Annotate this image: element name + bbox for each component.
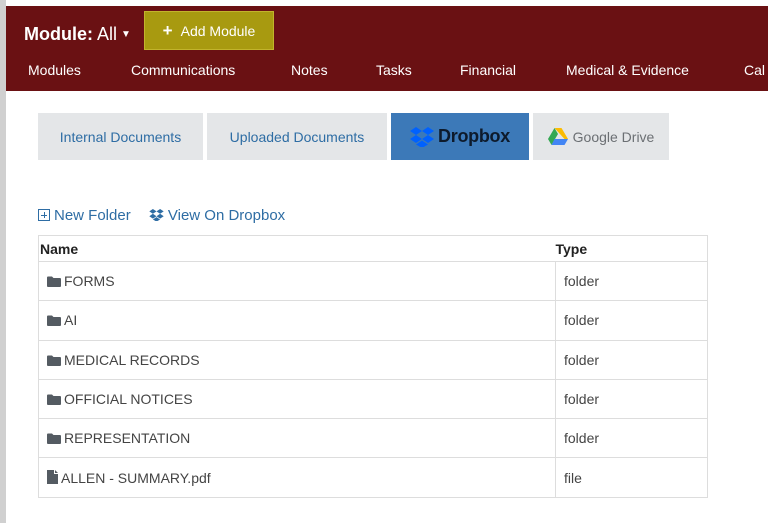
folder-icon bbox=[47, 355, 61, 366]
module-value: All bbox=[97, 24, 118, 44]
view-on-dropbox-link[interactable]: View On Dropbox bbox=[149, 207, 285, 224]
item-name: FORMS bbox=[64, 273, 115, 290]
name-cell[interactable]: REPRESENTATION bbox=[38, 418, 556, 458]
item-name: AI bbox=[64, 312, 78, 329]
module-selector[interactable]: Module: All ▼ bbox=[24, 24, 131, 45]
tab-label: Dropbox bbox=[438, 126, 510, 146]
type-cell: folder bbox=[555, 300, 708, 341]
table-row[interactable]: REPRESENTATION folder bbox=[38, 418, 708, 458]
column-header-type[interactable]: Type bbox=[555, 235, 708, 262]
view-on-dropbox-label: View On Dropbox bbox=[167, 207, 286, 224]
dropbox-icon bbox=[149, 209, 164, 222]
nav-item-tasks[interactable]: Tasks bbox=[376, 62, 412, 78]
add-module-label: Add Module bbox=[180, 22, 256, 39]
table-row[interactable]: OFFICIAL NOTICES folder bbox=[38, 378, 708, 419]
column-header-name[interactable]: Name bbox=[38, 235, 556, 262]
nav-item-financial[interactable]: Financial bbox=[460, 62, 516, 78]
file-icon bbox=[47, 469, 58, 484]
plus-icon: + bbox=[162, 20, 173, 40]
new-folder-link[interactable]: New Folder bbox=[38, 207, 131, 224]
nav-item-calendar[interactable]: Cal bbox=[744, 62, 765, 78]
tab-google-drive[interactable]: Google Drive bbox=[533, 113, 669, 160]
new-folder-label: New Folder bbox=[54, 207, 131, 224]
item-name: OFFICIAL NOTICES bbox=[64, 391, 193, 408]
folder-actions: New Folder View On Dropbox bbox=[38, 207, 285, 224]
folder-icon bbox=[47, 394, 61, 406]
type-cell: folder bbox=[555, 418, 708, 458]
type-cell: file bbox=[555, 457, 708, 498]
module-nav: Modules Communications Notes Tasks Finan… bbox=[6, 58, 768, 82]
nav-item-notes[interactable]: Notes bbox=[291, 62, 328, 78]
item-name: REPRESENTATION bbox=[64, 430, 191, 447]
name-cell[interactable]: ALLEN - SUMMARY.pdf bbox=[38, 457, 556, 498]
table-row[interactable]: MEDICAL RECORDS folder bbox=[38, 339, 708, 380]
tab-label: Uploaded Documents bbox=[229, 128, 365, 145]
module-label: Module: bbox=[24, 24, 93, 44]
google-drive-icon bbox=[547, 128, 568, 145]
tab-dropbox[interactable]: Dropbox bbox=[391, 113, 529, 160]
nav-item-communications[interactable]: Communications bbox=[131, 62, 235, 78]
item-name: ALLEN - SUMMARY.pdf bbox=[61, 469, 211, 486]
type-cell: folder bbox=[555, 339, 708, 380]
table-row[interactable]: ALLEN - SUMMARY.pdf file bbox=[38, 457, 708, 498]
type-cell: folder bbox=[555, 260, 708, 301]
name-cell[interactable]: OFFICIAL NOTICES bbox=[38, 378, 556, 419]
name-cell[interactable]: AI bbox=[38, 300, 556, 341]
tab-uploaded-documents[interactable]: Uploaded Documents bbox=[207, 113, 387, 160]
folder-icon bbox=[47, 315, 61, 327]
caret-down-icon: ▼ bbox=[121, 29, 131, 41]
item-name: MEDICAL RECORDS bbox=[64, 351, 200, 368]
tab-internal-documents[interactable]: Internal Documents bbox=[38, 113, 203, 160]
plus-square-icon bbox=[38, 209, 50, 221]
add-module-button[interactable]: + Add Module bbox=[144, 11, 274, 50]
files-table: Name Type FORMS folder AI folder MEDICAL… bbox=[38, 235, 708, 498]
name-cell[interactable]: MEDICAL RECORDS bbox=[38, 339, 556, 380]
top-header: Module: All ▼ + Add Module Modules Commun… bbox=[6, 6, 768, 91]
folder-icon bbox=[47, 433, 61, 445]
type-cell: folder bbox=[555, 378, 708, 419]
dropbox-icon bbox=[410, 126, 435, 147]
folder-icon bbox=[47, 276, 61, 288]
table-header-row: Name Type bbox=[38, 235, 708, 262]
table-row[interactable]: FORMS folder bbox=[38, 260, 708, 301]
table-row[interactable]: AI folder bbox=[38, 300, 708, 341]
name-cell[interactable]: FORMS bbox=[38, 260, 556, 301]
nav-item-modules[interactable]: Modules bbox=[28, 62, 81, 78]
nav-item-medical-evidence[interactable]: Medical & Evidence bbox=[566, 62, 689, 78]
tab-label: Google Drive bbox=[572, 128, 655, 145]
tab-label: Internal Documents bbox=[59, 128, 182, 145]
